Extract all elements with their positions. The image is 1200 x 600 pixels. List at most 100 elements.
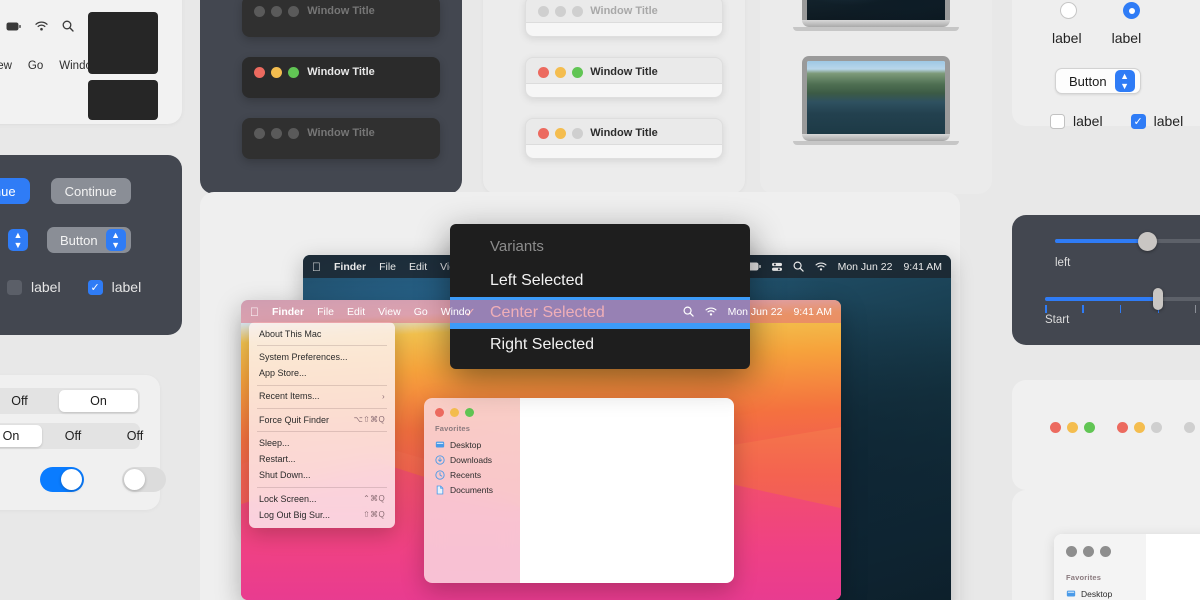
search-icon[interactable] — [793, 261, 804, 272]
slider-fill — [1055, 239, 1152, 243]
menubar-date: Mon Jun 22 — [727, 305, 783, 318]
segment-off-2[interactable]: Off — [104, 425, 166, 447]
slider-track[interactable] — [1055, 231, 1200, 251]
menu-item-about-this-mac[interactable]: About This Mac — [249, 326, 395, 342]
menu-item-shut-down[interactable]: Shut Down... — [249, 468, 395, 484]
segment-on[interactable]: On — [59, 390, 138, 412]
context-menu-item-right-selected[interactable]: Right Selected — [450, 329, 750, 361]
menubar-item-file[interactable]: File — [379, 261, 396, 273]
menu-item-app-store[interactable]: App Store... — [249, 366, 395, 382]
menu-item-recent-items[interactable]: Recent Items... › — [249, 389, 395, 405]
menu-item-lock-screen[interactable]: Lock Screen... ⌃⌘Q — [249, 491, 395, 507]
radio-button-selected[interactable] — [1123, 2, 1140, 19]
radio-button-unselected[interactable] — [1060, 2, 1077, 19]
apple-icon[interactable]:  — [250, 305, 259, 319]
menubar-item-edit[interactable]: Edit — [409, 261, 427, 273]
traffic-lights-disabled[interactable] — [1184, 422, 1200, 433]
zoom-dot[interactable] — [1151, 422, 1162, 433]
minimize-dot[interactable] — [450, 408, 459, 417]
context-menu-item-left-selected[interactable]: Left Selected — [450, 265, 750, 297]
mini-window-dark-1 — [88, 12, 158, 74]
minimize-dot[interactable] — [1083, 546, 1094, 557]
downloads-icon — [435, 454, 445, 465]
wifi-icon[interactable] — [35, 21, 48, 31]
window-titlebar-dark-inactive: Window Title — [242, 0, 440, 37]
menubar-item-file[interactable]: File — [317, 306, 334, 318]
close-dot[interactable] — [435, 408, 444, 417]
checkbox-unchecked-dark[interactable] — [7, 279, 22, 295]
switch-knob — [124, 469, 145, 490]
segment-off-1[interactable]: Off — [42, 425, 104, 447]
zoom-dot[interactable] — [1100, 546, 1111, 557]
segment-on[interactable]: On — [0, 425, 42, 447]
macbook-mockup-dark — [793, 0, 959, 31]
battery-icon[interactable] — [6, 22, 21, 31]
zoom-dot[interactable] — [1084, 422, 1095, 433]
menubar-item-view[interactable]: View — [378, 306, 401, 318]
apple-icon[interactable]:  — [312, 260, 321, 274]
traffic-lights[interactable] — [435, 408, 474, 417]
traffic-lights-active[interactable] — [1050, 422, 1095, 433]
window-body — [526, 22, 722, 36]
search-icon[interactable] — [62, 20, 74, 32]
wifi-icon[interactable] — [705, 307, 717, 316]
menubar-left-group:  Finder File Edit View — [312, 260, 463, 274]
segmented-control-two[interactable]: Off On — [0, 388, 140, 414]
menubar-clock: 9:41 AM — [793, 305, 832, 318]
traffic-lights-partial[interactable] — [1117, 422, 1162, 433]
wifi-icon[interactable] — [815, 262, 827, 271]
popup-button-dark[interactable]: Button ▲ ▼ — [47, 227, 131, 253]
toggle-switch-on[interactable] — [40, 467, 84, 492]
sidebar-item-desktop[interactable]: Desktop — [1064, 586, 1146, 600]
slider-ticked[interactable]: Start End — [1045, 288, 1200, 326]
menubar-item-finder[interactable]: Finder — [334, 261, 366, 273]
menubar-item-finder[interactable]: Finder — [272, 306, 304, 318]
continue-secondary-button[interactable]: Continue — [50, 178, 131, 204]
menubar-item-go[interactable]: Go — [414, 306, 428, 318]
window-title: Window Title — [590, 127, 658, 139]
slider-tick — [1194, 305, 1197, 313]
checkbox-label: label — [31, 279, 61, 295]
checkbox-checked-light[interactable]: ✓ — [1130, 113, 1146, 129]
menubar-right-group: Mon Jun 22 9:41 AM — [746, 261, 942, 273]
close-dot[interactable] — [1117, 422, 1128, 433]
menu-item-force-quit-finder[interactable]: Force Quit Finder ⌥⇧⌘Q — [249, 412, 395, 428]
continue-primary-button[interactable]: inue — [0, 178, 30, 204]
segment-off[interactable]: Off — [0, 390, 59, 412]
close-dot[interactable] — [1184, 422, 1195, 433]
menu-item-sleep[interactable]: Sleep... — [249, 435, 395, 451]
checkbox-checked-dark[interactable]: ✓ — [87, 279, 103, 295]
toggle-switch-off[interactable] — [122, 467, 166, 492]
checkbox-unchecked-light[interactable] — [1050, 113, 1065, 129]
minimize-dot[interactable] — [1134, 422, 1145, 433]
menu-item-restart[interactable]: Restart... — [249, 452, 395, 468]
stepper-control[interactable]: ▲ ▼ — [8, 229, 28, 251]
menu-item-system-preferences[interactable]: System Preferences... — [249, 349, 395, 365]
sidebar-item-recents[interactable]: Recents — [424, 467, 520, 482]
search-icon[interactable] — [683, 306, 694, 317]
menubar-item-window[interactable]: Windo — [441, 306, 471, 318]
slider-thumb[interactable] — [1138, 231, 1158, 251]
slider-track[interactable] — [1045, 288, 1200, 313]
zoom-dot[interactable] — [465, 408, 474, 417]
close-dot[interactable] — [1066, 546, 1077, 557]
sidebar-item-label: Desktop — [1081, 588, 1113, 599]
sidebar-item-documents[interactable]: Documents — [424, 482, 520, 497]
close-dot[interactable] — [1050, 422, 1061, 433]
mini-finder-card: Favorites Desktop — [1012, 490, 1200, 600]
segmented-control-three[interactable]: On Off Off — [0, 423, 143, 449]
traffic-lights[interactable] — [1066, 546, 1146, 557]
popup-chevrons-icon: ▲ ▼ — [105, 229, 126, 251]
popup-button-light[interactable]: Button ▲ ▼ — [1055, 68, 1141, 94]
minimize-dot[interactable] — [1067, 422, 1078, 433]
menubar-item-go[interactable]: Go — [28, 60, 43, 72]
control-center-icon[interactable] — [771, 262, 782, 272]
menubar-item-view[interactable]: View — [0, 60, 12, 72]
menu-item-log-out[interactable]: Log Out Big Sur... ⇧⌘Q — [249, 507, 395, 523]
sidebar-item-downloads[interactable]: Downloads — [424, 452, 520, 467]
window-titlebar-light-partial: Window Title — [525, 118, 723, 159]
sidebar-item-desktop[interactable]: Desktop — [424, 437, 520, 452]
menubar-item-edit[interactable]: Edit — [347, 306, 365, 318]
slider-thumb[interactable] — [1153, 288, 1163, 310]
slider-continuous[interactable]: left — [1055, 231, 1200, 269]
